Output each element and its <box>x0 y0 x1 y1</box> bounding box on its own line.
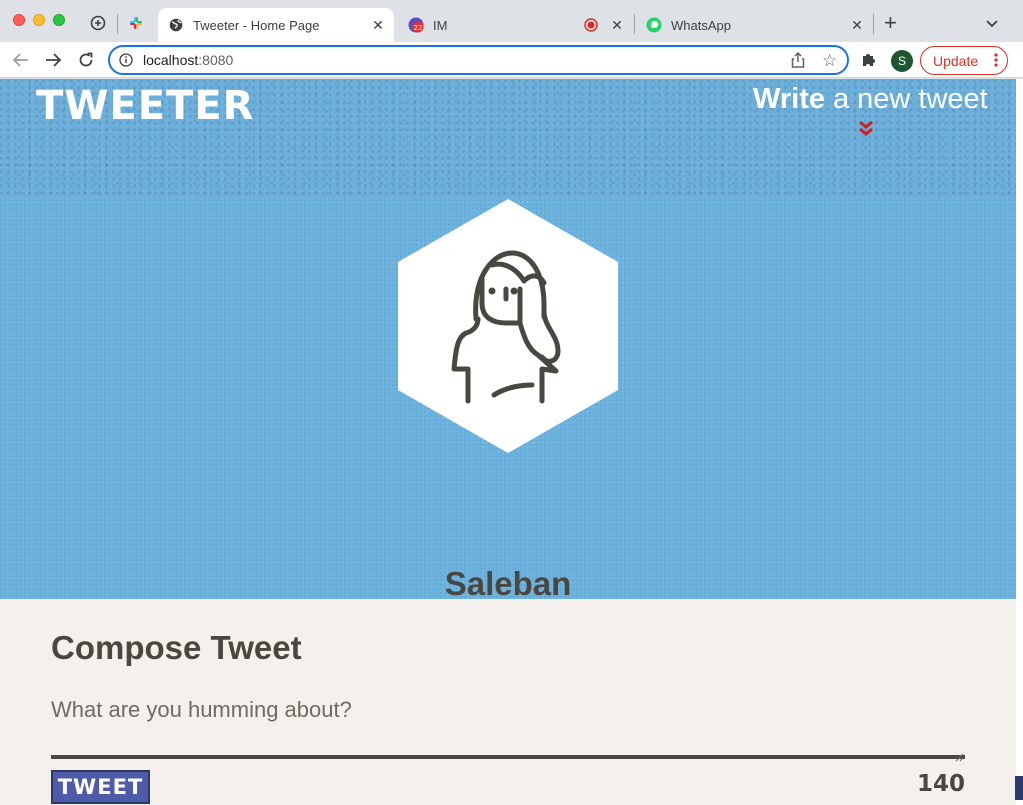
tab-whatsapp[interactable]: WhatsApp ✕ <box>637 8 873 42</box>
new-tab-icon[interactable]: + <box>884 12 897 34</box>
tab-title: IM <box>433 17 448 33</box>
window-edge <box>1015 79 1023 805</box>
recording-icon <box>583 17 599 33</box>
tab-separator <box>634 14 635 34</box>
extensions-puzzle-icon[interactable] <box>861 51 877 72</box>
more-menu-icon[interactable] <box>994 52 998 68</box>
tab-im[interactable]: 22 IM ✕ <box>398 8 633 42</box>
url-host: localhost <box>143 52 199 68</box>
profile-hero: Saleban <box>0 199 1016 602</box>
close-tab-icon[interactable]: ✕ <box>609 17 625 33</box>
site-nav-bar: TWEETER Write a new tweet <box>0 79 1016 199</box>
forward-arrow-icon[interactable] <box>43 50 63 70</box>
address-bar[interactable]: localhost:8080 ☆ <box>108 45 849 75</box>
compose-tweet-section: Compose Tweet TWEET 140 <box>0 599 1016 805</box>
resize-handle-icon[interactable] <box>955 749 964 767</box>
compose-tweet-title: Compose Tweet <box>51 629 302 666</box>
bookmark-star-icon[interactable]: ☆ <box>822 52 837 70</box>
tweeter-logo[interactable]: TWEETER <box>36 83 254 129</box>
tweet-submit-button[interactable]: TWEET <box>51 770 150 804</box>
background-window-fragment <box>1015 776 1023 800</box>
tab-search-icon[interactable] <box>90 15 106 31</box>
url-text: localhost:8080 <box>143 52 233 68</box>
character-counter: 140 <box>916 771 965 797</box>
write-new-tweet-link[interactable]: Write a new tweet <box>753 83 988 116</box>
reload-icon[interactable] <box>76 50 96 70</box>
tab-separator <box>117 14 118 34</box>
profile-username: Saleban <box>444 565 572 602</box>
share-icon[interactable] <box>791 51 805 73</box>
tab-title: Tweeter - Home Page <box>193 17 320 33</box>
tab-tweeter-home[interactable]: Tweeter - Home Page ✕ <box>158 8 394 42</box>
im-badge-count: 22 <box>414 24 423 32</box>
tab-separator <box>873 14 874 34</box>
globe-icon <box>168 17 184 33</box>
site-info-icon[interactable] <box>119 53 133 72</box>
whatsapp-icon <box>646 17 662 33</box>
write-cta-bold: Write <box>753 83 825 115</box>
tweet-textarea[interactable] <box>51 697 965 759</box>
update-button[interactable]: Update <box>920 46 1008 75</box>
close-tab-icon[interactable]: ✕ <box>849 17 865 33</box>
url-port: :8080 <box>198 52 234 68</box>
close-tab-icon[interactable]: ✕ <box>370 17 386 33</box>
back-arrow-icon[interactable] <box>11 50 31 70</box>
tab-title: WhatsApp <box>671 17 731 33</box>
slack-icon[interactable] <box>128 15 144 31</box>
browser-tab-strip: Tweeter - Home Page ✕ 22 IM ✕ WhatsApp ✕… <box>0 0 1023 42</box>
tab-search-chevron-icon[interactable] <box>985 16 999 34</box>
window-close-button[interactable] <box>13 14 25 26</box>
window-zoom-button[interactable] <box>53 14 65 26</box>
profile-avatar-hexagon <box>396 199 620 453</box>
im-icon: 22 <box>408 17 424 33</box>
update-button-label: Update <box>933 52 979 69</box>
write-cta-light: a new tweet <box>832 83 988 115</box>
page-viewport: TWEETER Write a new tweet Saleban Compos… <box>0 79 1016 805</box>
window-minimize-button[interactable] <box>33 14 45 26</box>
double-chevron-down-icon[interactable] <box>857 119 875 142</box>
profile-avatar[interactable]: S <box>891 50 913 72</box>
